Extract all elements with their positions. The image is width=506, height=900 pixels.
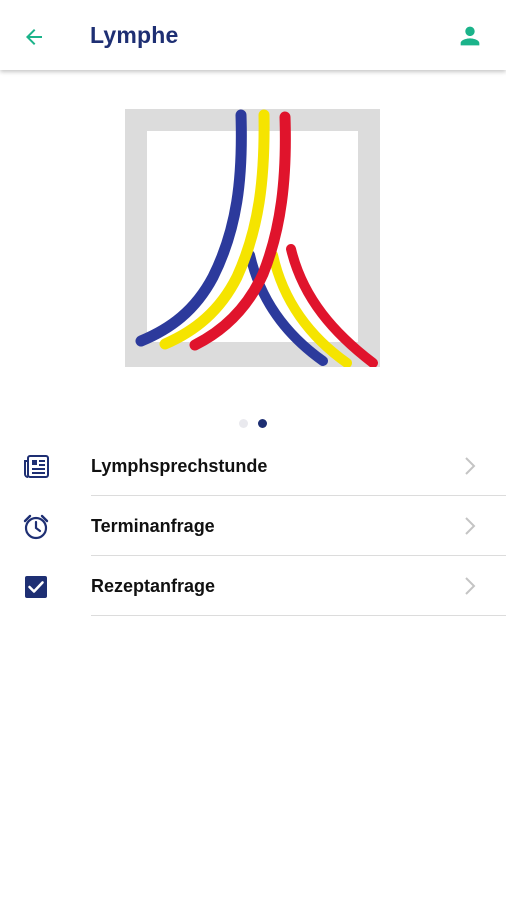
- menu-item-terminanfrage[interactable]: Terminanfrage: [0, 496, 506, 556]
- menu-item-label: Lymphsprechstunde: [91, 456, 268, 476]
- menu-item-label: Terminanfrage: [91, 516, 215, 536]
- arrow-left-icon: [26, 29, 42, 45]
- app-bar: Lymphe: [0, 0, 506, 70]
- divider: [91, 615, 506, 616]
- page-dot-1[interactable]: [239, 419, 248, 428]
- newspaper-icon: [22, 453, 50, 481]
- page-title: Lymphe: [90, 22, 179, 48]
- chevron-right-icon: [465, 577, 476, 595]
- chevron-right-icon: [465, 517, 476, 535]
- page-dot-2-active[interactable]: [258, 419, 267, 428]
- menu-item-rezeptanfrage[interactable]: Rezeptanfrage: [0, 556, 506, 616]
- menu-item-label: Rezeptanfrage: [91, 576, 216, 596]
- profile-button[interactable]: [450, 16, 490, 56]
- checkbox-checked-icon: [22, 573, 50, 601]
- chevron-right-icon: [465, 457, 476, 475]
- user-icon: [460, 26, 480, 46]
- alarm-clock-icon: [22, 513, 50, 541]
- lymph-vessel-logo: [125, 109, 380, 367]
- page-indicator: [0, 419, 506, 431]
- image-slider[interactable]: [0, 70, 506, 440]
- menu-item-lymphsprechstunde[interactable]: Lymphsprechstunde: [0, 436, 506, 496]
- back-button[interactable]: [14, 17, 54, 57]
- menu-list: Lymphsprechstunde Terminanfrage Rezeptan…: [0, 436, 506, 616]
